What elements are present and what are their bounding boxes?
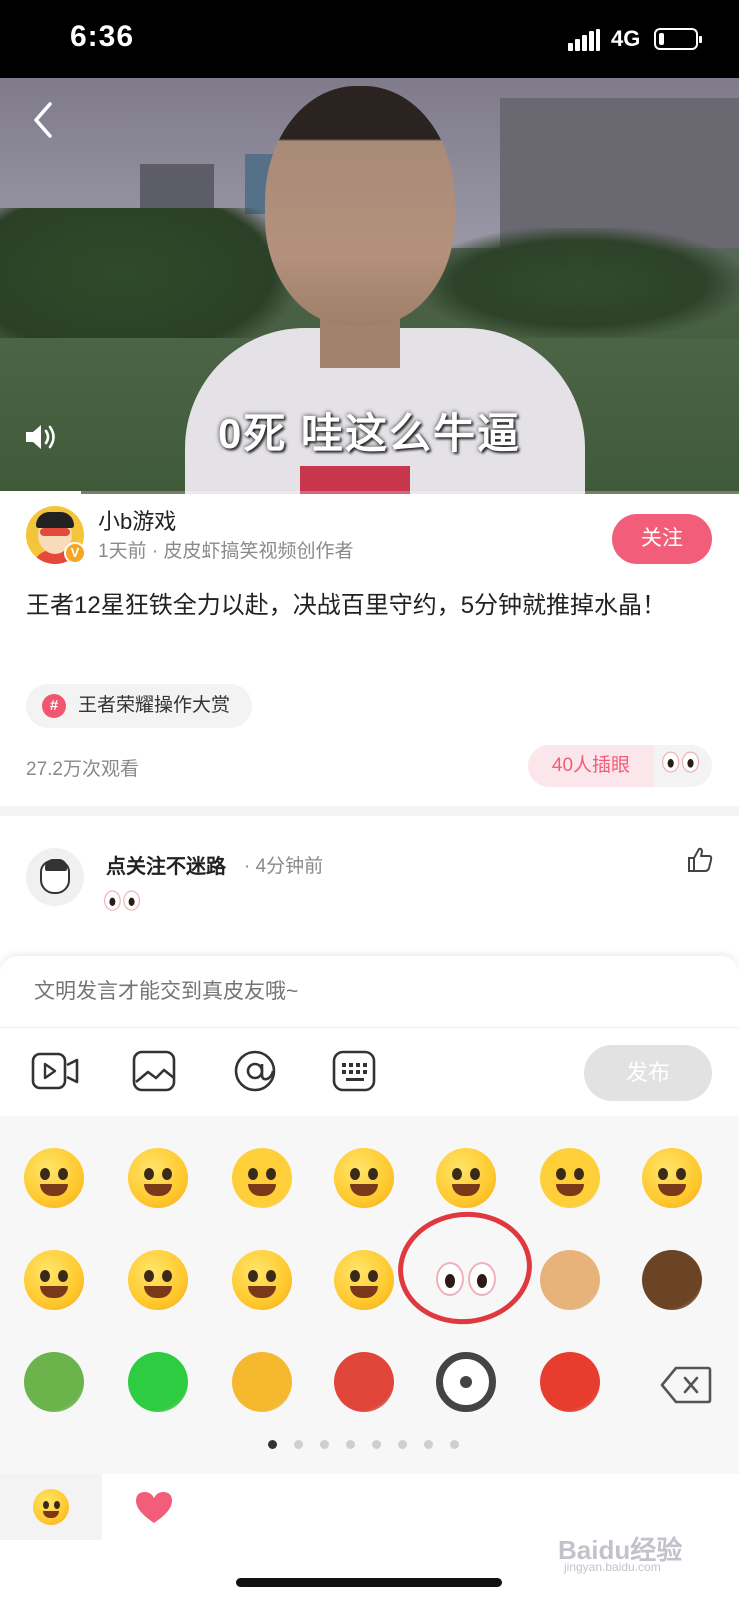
page-dot[interactable] — [268, 1440, 277, 1449]
status-time: 6:36 — [70, 20, 135, 53]
topic-tag[interactable]: # 王者荣耀操作大赏 — [26, 684, 253, 728]
peek-eyes-icon — [104, 888, 141, 912]
smile-emoji-icon — [33, 1489, 69, 1525]
smile-emoji-face — [24, 1148, 84, 1208]
page-dot[interactable] — [346, 1440, 355, 1449]
verified-badge-icon: V — [64, 542, 86, 564]
author-row: V 小b游戏 1天前 · 皮皮虾搞笑视频创作者 关注 — [0, 494, 739, 574]
steering-wheel-emoji-face — [436, 1352, 496, 1412]
crayfish-emoji[interactable] — [334, 1352, 394, 1412]
video-icon[interactable] — [30, 1048, 80, 1094]
post-title: 王者12星狂铁全力以赴，决战百里守约，5分钟就推掉水晶！ — [26, 592, 667, 619]
page-dot[interactable] — [294, 1440, 303, 1449]
smirk-emoji-face — [24, 1250, 84, 1310]
page-dot[interactable] — [450, 1440, 459, 1449]
heart-eyes-emoji-face — [232, 1148, 292, 1208]
topic-label: 王者荣耀操作大赏 — [78, 695, 231, 716]
facepalm-emoji[interactable] — [334, 1250, 394, 1310]
section-divider — [0, 806, 739, 816]
shocked-emoji-face — [128, 1250, 188, 1310]
pineapple-emoji-face — [24, 1352, 84, 1412]
laugh-emoji[interactable] — [128, 1148, 188, 1208]
cry-emoji-face — [540, 1148, 600, 1208]
image-icon[interactable] — [130, 1048, 180, 1094]
green-hat-emoji[interactable] — [128, 1352, 188, 1412]
post-button[interactable]: 发布 — [584, 1045, 712, 1101]
laugh-emoji-face — [128, 1148, 188, 1208]
doge-emoji-face — [540, 1250, 600, 1310]
comment-avatar[interactable] — [26, 848, 84, 906]
thinking-emoji[interactable] — [232, 1250, 292, 1310]
pineapple-emoji[interactable] — [24, 1352, 84, 1412]
building — [140, 164, 214, 214]
dong-emoji[interactable] — [540, 1352, 600, 1412]
follow-button[interactable]: 关注 — [612, 514, 712, 564]
keyboard-icon[interactable] — [330, 1048, 380, 1094]
bird-emoji[interactable] — [642, 1250, 702, 1310]
page-dot[interactable] — [320, 1440, 329, 1449]
status-bar: 6:36 4G — [0, 0, 739, 78]
view-count: 27.2万次观看 — [26, 759, 139, 780]
beer-emoji-face — [232, 1352, 292, 1412]
watermark: Baidu经验 jingyan.baidu.com — [558, 1535, 683, 1574]
dong-emoji-face — [540, 1352, 600, 1412]
comment-username[interactable]: 点关注不迷路 — [106, 850, 226, 879]
reaction-count: 40人插眼 — [528, 745, 654, 787]
smile-emoji[interactable] — [24, 1148, 84, 1208]
video-player[interactable]: 0死 哇这么牛逼 — [0, 78, 739, 494]
grin-emoji-face — [436, 1148, 496, 1208]
page-dots[interactable] — [268, 1440, 468, 1450]
smirk-emoji[interactable] — [24, 1250, 84, 1310]
page-dot[interactable] — [398, 1440, 407, 1449]
thinking-emoji-face — [232, 1250, 292, 1310]
heart-icon[interactable] — [134, 1490, 174, 1524]
tab-default-emoji[interactable] — [0, 1474, 102, 1540]
back-icon[interactable] — [28, 100, 58, 140]
video-caption: 0死 哇这么牛逼 — [217, 410, 522, 457]
volume-icon[interactable] — [24, 422, 58, 452]
bird-emoji-face — [642, 1250, 702, 1310]
at-icon[interactable] — [230, 1048, 280, 1094]
heart-eyes-emoji[interactable] — [232, 1148, 292, 1208]
shocked-emoji[interactable] — [128, 1250, 188, 1310]
author-meta: 1天前 · 皮皮虾搞笑视频创作者 — [98, 541, 354, 562]
comment-input[interactable] — [0, 956, 739, 1028]
hashtag-icon: # — [42, 694, 66, 718]
page-dot[interactable] — [372, 1440, 381, 1449]
steering-wheel-emoji[interactable] — [436, 1352, 496, 1412]
reaction-pill[interactable]: 40人插眼 — [528, 745, 712, 787]
author-name[interactable]: 小b游戏 — [98, 504, 176, 536]
emoji-grid — [0, 1116, 739, 1474]
grin-emoji[interactable] — [436, 1148, 496, 1208]
doge-emoji[interactable] — [540, 1250, 600, 1310]
battery-icon — [654, 28, 702, 50]
network-type: 4G — [611, 26, 641, 51]
thumbs-up-icon[interactable] — [686, 846, 714, 874]
crayfish-emoji-face — [334, 1352, 394, 1412]
rofl-emoji[interactable] — [334, 1148, 394, 1208]
home-indicator[interactable] — [236, 1578, 502, 1587]
facepalm-emoji-face — [334, 1250, 394, 1310]
page-dot[interactable] — [424, 1440, 433, 1449]
comment-time: · 4分钟前 — [244, 856, 324, 877]
peek-eyes-icon — [662, 749, 700, 774]
cry-emoji[interactable] — [540, 1148, 600, 1208]
beer-emoji[interactable] — [232, 1352, 292, 1412]
shy-emoji-face — [642, 1148, 702, 1208]
shy-emoji[interactable] — [642, 1148, 702, 1208]
signal-icon — [568, 29, 600, 51]
rofl-emoji-face — [334, 1148, 394, 1208]
delete-icon[interactable] — [660, 1365, 712, 1405]
building — [500, 98, 739, 248]
green-hat-emoji-face — [128, 1352, 188, 1412]
